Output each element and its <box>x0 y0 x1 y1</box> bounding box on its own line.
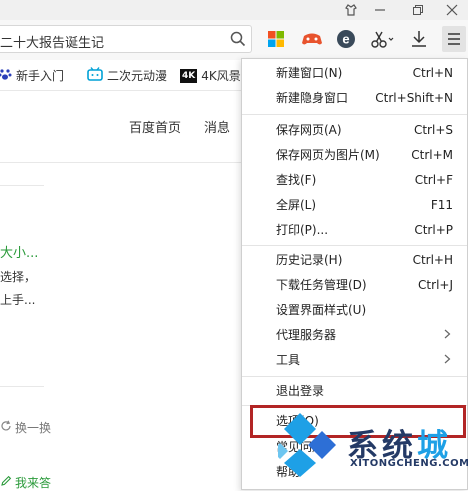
close-icon[interactable] <box>438 0 466 20</box>
menu-item-label: 全屏(L) <box>276 198 317 212</box>
menu-item-label: 打印(P)... <box>276 223 329 237</box>
menu-item-save-as-image[interactable]: 保存网页为图片(M) Ctrl+M <box>242 144 467 166</box>
bookmark-label: 新手入门 <box>16 69 65 83</box>
menu-item-label: 历史记录(H) <box>276 253 343 267</box>
svg-text:e: e <box>342 32 349 47</box>
search-icon[interactable] <box>230 31 246 50</box>
menu-item-shortcut: Ctrl+Shift+N <box>375 91 453 105</box>
menu-item-shortcut: Ctrl+H <box>412 253 453 267</box>
menu-item-label: 设置界面样式(U) <box>276 303 367 317</box>
menu-item-shortcut: Ctrl+N <box>412 66 453 80</box>
edit-icon <box>0 475 12 490</box>
menu-item-label: 工具 <box>276 353 301 367</box>
menu-item-label: 代理服务器 <box>276 328 337 342</box>
menu-item-history[interactable]: 历史记录(H) Ctrl+H <box>242 249 467 271</box>
menu-item-shortcut: F11 <box>430 198 453 212</box>
menu-icon[interactable] <box>442 26 466 52</box>
menu-item-proxy[interactable]: 代理服务器 <box>242 324 467 346</box>
bookmark-label: 4K风景 <box>201 69 241 83</box>
bookmark-label: 二次元动漫 <box>107 69 168 83</box>
watermark-domain: XITONGCHENG.COM <box>350 458 468 469</box>
refresh-button[interactable]: 换一换 <box>0 419 51 436</box>
refresh-icon <box>0 420 12 435</box>
result-snippet-line: 选择， <box>0 270 37 284</box>
menu-item-downloads[interactable]: 下载任务管理(D) Ctrl+J <box>242 274 467 296</box>
menu-item-ui-style[interactable]: 设置界面样式(U) <box>242 299 467 321</box>
menu-separator <box>242 376 467 377</box>
address-text: 二十大报告诞生记 <box>0 36 105 51</box>
ie-icon[interactable]: e <box>336 29 358 51</box>
bookmark-4k[interactable]: 4K 4K风景 <box>180 67 241 84</box>
menu-item-label: 查找(F) <box>276 173 317 187</box>
game-icon[interactable] <box>301 29 323 51</box>
menu-item-label: 退出登录 <box>276 384 325 398</box>
download-icon[interactable] <box>409 29 431 51</box>
answer-label: 我来答 <box>15 476 52 490</box>
bilibili-icon <box>87 67 103 84</box>
menu-item-label: 保存网页(A) <box>276 123 342 137</box>
4k-icon: 4K <box>180 68 198 83</box>
skin-icon[interactable] <box>337 0 365 20</box>
menu-separator <box>242 245 467 246</box>
divider <box>0 386 44 387</box>
result-snippet-line: 上手... <box>0 293 36 307</box>
divider <box>0 162 241 163</box>
menu-item-print[interactable]: 打印(P)... Ctrl+P <box>242 219 467 241</box>
result-title[interactable]: 大小... <box>0 242 38 261</box>
paw-icon <box>0 67 12 84</box>
minimize-icon[interactable] <box>366 0 394 20</box>
chevron-right-icon <box>444 349 451 371</box>
menu-item-new-window[interactable]: 新建窗口(N) Ctrl+N <box>242 62 467 84</box>
menu-item-label: 新建窗口(N) <box>276 66 343 80</box>
apps-icon[interactable] <box>266 29 288 51</box>
menu-item-shortcut: Ctrl+S <box>413 123 453 137</box>
title-bar <box>0 0 468 20</box>
menu-item-fullscreen[interactable]: 全屏(L) F11 <box>242 194 467 216</box>
scissors-icon[interactable] <box>370 29 394 51</box>
menu-item-save-page[interactable]: 保存网页(A) Ctrl+S <box>242 119 467 141</box>
refresh-label: 换一换 <box>15 421 52 435</box>
toolbar: 二十大报告诞生记 e <box>0 20 468 61</box>
answer-link[interactable]: 我来答 <box>0 474 51 491</box>
nav-baidu-home[interactable]: 百度首页 <box>129 117 181 136</box>
nav-messages[interactable]: 消息 <box>204 117 230 136</box>
menu-separator <box>242 114 467 115</box>
menu-item-find[interactable]: 查找(F) Ctrl+F <box>242 169 467 191</box>
watermark-logo-icon <box>272 413 340 482</box>
address-bar[interactable]: 二十大报告诞生记 <box>0 25 252 53</box>
menu-item-label: 保存网页为图片(M) <box>276 148 380 162</box>
divider <box>0 185 44 186</box>
bookmark-anime[interactable]: 二次元动漫 <box>87 67 167 84</box>
menu-item-shortcut: Ctrl+P <box>414 223 453 237</box>
menu-item-new-incognito[interactable]: 新建隐身窗口 Ctrl+Shift+N <box>242 87 467 109</box>
menu-item-logout[interactable]: 退出登录 <box>242 380 467 402</box>
menu-item-tools[interactable]: 工具 <box>242 349 467 371</box>
menu-item-shortcut: Ctrl+M <box>411 148 453 162</box>
chevron-right-icon <box>444 324 451 346</box>
menu-item-label: 新建隐身窗口 <box>276 91 349 105</box>
menu-item-shortcut: Ctrl+J <box>418 278 453 292</box>
bookmark-newbie[interactable]: 新手入门 <box>0 67 64 84</box>
menu-item-shortcut: Ctrl+F <box>414 173 453 187</box>
menu-item-label: 下载任务管理(D) <box>276 278 367 292</box>
restore-icon[interactable] <box>404 0 432 20</box>
